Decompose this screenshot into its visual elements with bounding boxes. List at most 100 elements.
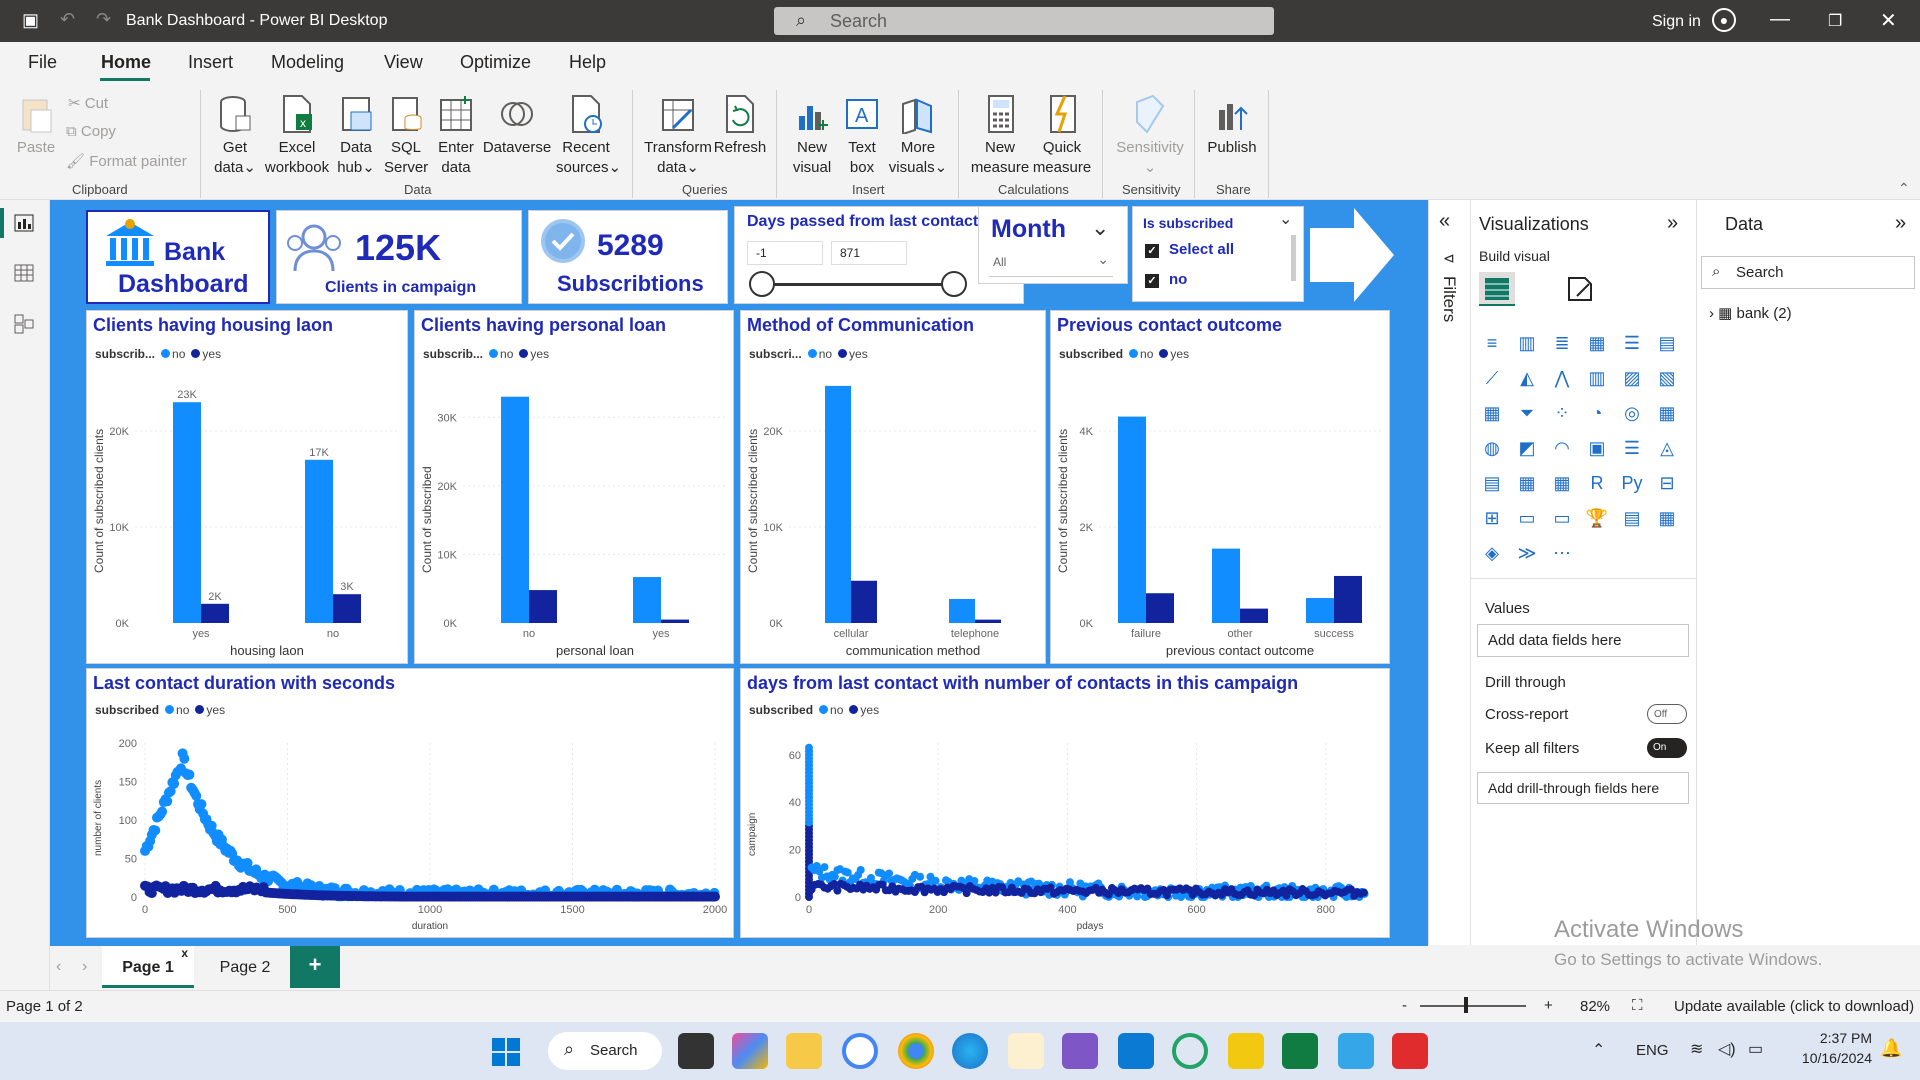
visual-type-icon[interactable]: ▭ [1514,505,1540,531]
tab-page-2[interactable]: Page 2 [198,946,292,988]
tray-chevron-icon[interactable]: ⌃ [1592,1040,1605,1060]
visual-type-icon[interactable]: ☰ [1619,330,1645,356]
quick-measure-button[interactable]: Quick measure [1030,94,1094,178]
transform-data-button[interactable]: Transform data⌄ [642,94,714,178]
windows-start-icon[interactable] [492,1038,520,1066]
menu-modeling[interactable]: Modeling [271,52,344,73]
clock-time[interactable]: 2:37 PM [1792,1030,1872,1046]
menu-insert[interactable]: Insert [188,52,233,73]
recent-sources-button[interactable]: Recent sources⌄ [556,94,621,178]
network-app-icon[interactable] [1338,1033,1374,1069]
build-visual-tab[interactable] [1479,272,1515,306]
month-slicer[interactable]: Month ⌄ All ⌄ [978,206,1128,284]
zoom-out-button[interactable]: - [1402,997,1407,1014]
subscribed-slicer[interactable]: Is subscribed ⌄ ✓ Select all ✓ no [1132,206,1304,302]
chrome-icon[interactable] [898,1033,934,1069]
visual-type-icon[interactable]: ≡ [1479,330,1505,356]
power-bi-icon[interactable] [1228,1033,1264,1069]
values-well[interactable]: Add data fields here [1477,624,1689,657]
dataverse-button[interactable]: Dataverse [482,94,552,158]
menu-help[interactable]: Help [569,52,606,73]
drill-through-well[interactable]: Add drill-through fields here [1477,772,1689,804]
publish-button[interactable]: Publish [1204,94,1260,158]
visual-type-icon[interactable]: R [1584,470,1610,496]
add-page-button[interactable]: + [290,946,340,988]
expand-filters-icon[interactable]: « [1439,210,1450,233]
visual-type-icon[interactable]: ▦ [1514,470,1540,496]
tab-page-1[interactable]: Page 1x [102,946,194,988]
select-all-option[interactable]: ✓ Select all [1145,241,1234,258]
vscode-icon[interactable] [1118,1033,1154,1069]
account-icon[interactable]: ● [1712,8,1736,32]
copilot-icon[interactable] [732,1033,768,1069]
days-slider-max-handle[interactable] [941,271,967,297]
collapse-ribbon-icon[interactable]: ⌃ [1898,180,1910,197]
update-notice[interactable]: Update available (click to download) [1674,998,1914,1015]
visual-type-icon[interactable]: ▤ [1619,505,1645,531]
month-collapse-icon[interactable]: ⌄ [1091,215,1109,241]
bank-title-card[interactable]: Bank Dashboard [86,210,270,304]
days-max-input[interactable]: 871 [831,241,907,265]
visual-type-icon[interactable]: ▦ [1479,400,1505,426]
sql-server-button[interactable]: SQL Server [384,94,428,178]
visual-type-icon[interactable]: ☰ [1619,435,1645,461]
communication-visual[interactable]: Method of Communication subscri... no yes … [740,310,1046,664]
redo-icon[interactable]: ↷ [96,9,111,30]
menu-file[interactable]: File [28,52,57,73]
title-search-box[interactable]: ⌕ Search [774,7,1274,35]
visual-studio-icon[interactable] [1062,1033,1098,1069]
excel-taskbar-icon[interactable] [1282,1033,1318,1069]
zoom-handle[interactable] [1464,997,1468,1013]
new-visual-button[interactable]: New visual [786,94,838,178]
paint-icon[interactable] [1008,1033,1044,1069]
google-icon[interactable] [842,1033,878,1069]
visual-type-icon[interactable]: ◬ [1654,435,1680,461]
visual-type-icon[interactable]: ⟋ [1479,365,1505,391]
visual-type-icon[interactable]: ◍ [1479,435,1505,461]
visual-type-icon[interactable]: ▤ [1479,470,1505,496]
visual-type-icon[interactable]: ⏷ [1514,400,1540,426]
new-measure-button[interactable]: New measure [968,94,1032,178]
format-painter-button[interactable]: 🖌 Format painter [66,152,187,170]
acrobat-icon[interactable] [1392,1033,1428,1069]
visual-type-icon[interactable]: ▭ [1549,505,1575,531]
restore-button[interactable]: ❐ [1828,11,1842,31]
save-icon[interactable]: ▣ [22,10,39,31]
duration-visual[interactable]: Last contact duration with seconds subsc… [86,668,734,938]
paste-button[interactable]: Paste [14,94,58,158]
close-window-button[interactable]: ✕ [1880,8,1897,33]
visual-type-icon[interactable]: ⁘ [1549,400,1575,426]
visual-type-icon[interactable]: ⊞ [1479,505,1505,531]
visual-type-icon[interactable]: ≫ [1514,540,1540,566]
table-bank[interactable]: › ▦ bank (2) [1709,304,1792,322]
text-box-button[interactable]: A Text box [840,94,884,178]
data-search-input[interactable]: ⌕ Search [1701,256,1915,289]
zoom-slider[interactable] [1420,1005,1526,1007]
cut-button[interactable]: ✂ Cut [68,94,108,112]
close-tab-icon[interactable]: x [181,946,188,960]
visual-type-icon[interactable]: ◔ [1584,400,1610,426]
cross-report-toggle[interactable]: Off [1647,704,1687,724]
taskbar-search[interactable]: ⌕ Search [548,1032,662,1070]
visual-type-icon[interactable]: ◎ [1619,400,1645,426]
visual-type-icon[interactable]: ◈ [1479,540,1505,566]
slicer-scrollbar[interactable] [1291,235,1296,281]
copy-button[interactable]: ⧉ Copy [66,123,116,140]
table-view-icon[interactable] [14,264,34,282]
visual-type-icon[interactable]: ⋀ [1549,365,1575,391]
menu-optimize[interactable]: Optimize [460,52,531,73]
next-page-icon[interactable]: › [82,958,87,976]
report-view-icon[interactable] [14,214,34,232]
visual-type-icon[interactable]: ▦ [1549,470,1575,496]
clients-kpi-card[interactable]: 125K Clients in campaign [276,210,522,304]
get-data-button[interactable]: Get data⌄ [210,94,260,178]
clock-date[interactable]: 10/16/2024 [1788,1050,1872,1066]
visual-type-icon[interactable]: ▨ [1619,365,1645,391]
visual-type-icon[interactable]: ◩ [1514,435,1540,461]
model-view-icon[interactable] [14,314,34,334]
undo-icon[interactable]: ↶ [60,9,75,30]
visual-type-icon[interactable]: ▣ [1584,435,1610,461]
zoom-in-button[interactable]: + [1544,997,1553,1014]
collapse-pane-icon[interactable]: » [1667,212,1678,235]
visual-type-icon[interactable]: ▥ [1514,330,1540,356]
